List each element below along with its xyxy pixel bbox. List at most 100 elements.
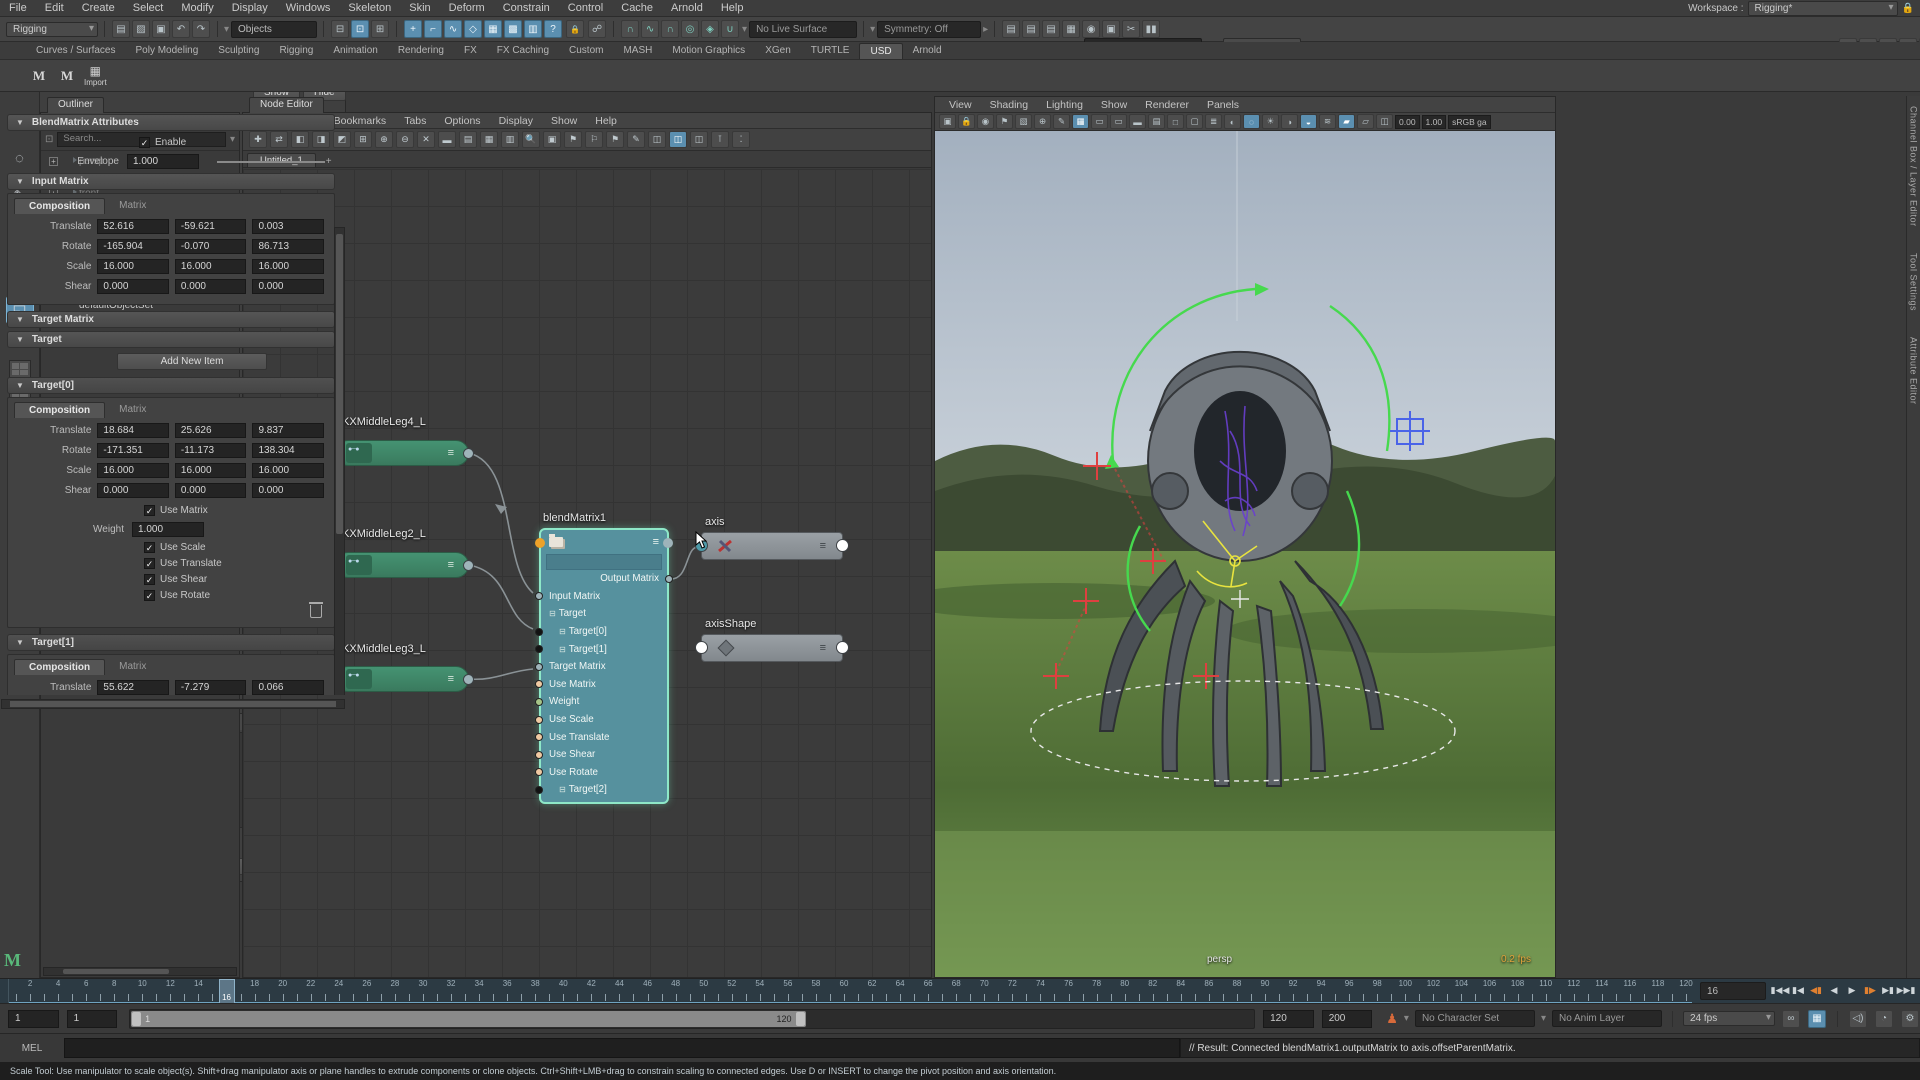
select-joints-icon[interactable]: ⌐ xyxy=(424,20,442,38)
node-blendmatrix1[interactable]: ≡ Output Matrix Input M xyxy=(539,528,669,804)
selection-mask-dropdown[interactable]: Objects xyxy=(231,21,317,38)
node-menu-icon[interactable]: ≡ xyxy=(820,642,826,654)
shelf-tab[interactable]: Sculpting xyxy=(208,43,269,59)
step-forward-frame-button[interactable]: ▶▮ xyxy=(1880,981,1896,1000)
menu-item[interactable]: Display xyxy=(223,2,277,14)
ipr-render-icon[interactable]: ◉ xyxy=(1082,20,1100,38)
clear-graph-icon[interactable]: ✕ xyxy=(417,131,435,148)
matrix-cell-y[interactable]: 16.000 xyxy=(175,463,247,478)
grease-pencil-icon[interactable]: ✎ xyxy=(1053,114,1070,129)
matrix-cell-x[interactable]: -171.351 xyxy=(97,443,169,458)
mute-audio-icon[interactable]: ◁) xyxy=(1849,1010,1867,1028)
time-slider[interactable]: 2468101214161820222426283032343638404244… xyxy=(0,978,1920,1003)
matrix-cell-x[interactable]: 55.622 xyxy=(97,680,169,695)
matrix-cell-y[interactable]: 16.000 xyxy=(175,259,247,274)
lock-camera-icon[interactable]: 🔒 xyxy=(958,114,975,129)
shelf-tab[interactable]: Rendering xyxy=(388,43,454,59)
timeline-ruler[interactable]: 2468101214161820222426283032343638404244… xyxy=(8,979,1692,1004)
shelf-tab[interactable]: Arnold xyxy=(903,43,952,59)
node-attribute-row[interactable]: Target Matrix xyxy=(541,658,667,676)
matrix-cell-y[interactable]: 0.000 xyxy=(175,279,247,294)
shelf-tab[interactable]: Curves / Surfaces xyxy=(26,43,125,59)
playback-end-field[interactable]: 120 xyxy=(1263,1010,1314,1028)
blendmatrix-node-header[interactable]: ≡ xyxy=(541,530,667,554)
command-input[interactable] xyxy=(64,1038,1180,1058)
matrix-cell-x[interactable]: 52.616 xyxy=(97,219,169,234)
use-flag-checkbox[interactable]: ✓ xyxy=(144,558,155,569)
lock-selection-icon[interactable]: 🔒 xyxy=(566,20,584,38)
frame-icon[interactable]: ▣ xyxy=(543,131,561,148)
layout-graph-icon[interactable]: ◫ xyxy=(648,131,666,148)
node-attribute-row[interactable]: ⊟Target[1] xyxy=(541,640,667,658)
matrix-cell-y[interactable]: -7.279 xyxy=(175,680,247,695)
node-header-output-port[interactable] xyxy=(663,538,673,548)
section-target-matrix[interactable]: ▼Target Matrix xyxy=(7,311,335,328)
snap-grid-icon[interactable]: ∩ xyxy=(621,20,639,38)
step-back-frame-button[interactable]: ▮◀ xyxy=(1790,981,1806,1000)
render-settings-icon[interactable]: ▣ xyxy=(1102,20,1120,38)
menu-item[interactable]: Select xyxy=(124,2,173,14)
use-flag-checkbox[interactable]: ✓ xyxy=(144,590,155,601)
snap-view-plane-icon[interactable]: ◈ xyxy=(701,20,719,38)
tab-composition[interactable]: Composition xyxy=(14,402,105,418)
add-to-graph-icon[interactable]: ⊞ xyxy=(354,131,372,148)
node-output-port[interactable] xyxy=(463,674,474,685)
snap-projected-center-icon[interactable]: ◎ xyxy=(681,20,699,38)
attribute-port[interactable] xyxy=(535,768,543,776)
play-backwards-button[interactable]: ◀ xyxy=(1826,981,1842,1000)
menu-item[interactable]: File xyxy=(0,2,36,14)
safe-title-icon[interactable]: ▢ xyxy=(1186,114,1203,129)
two-d-pan-zoom-icon[interactable]: ⊕ xyxy=(1034,114,1051,129)
matrix-cell-z[interactable]: 16.000 xyxy=(252,463,324,478)
shelf-item-maya-1[interactable]: M xyxy=(28,65,50,87)
node-axisshape[interactable]: ≡ xyxy=(701,634,843,662)
matrix-cell-z[interactable]: 0.000 xyxy=(252,279,324,294)
enable-checkbox[interactable]: ✓ xyxy=(139,137,150,148)
menu-item[interactable]: Skeleton xyxy=(339,2,400,14)
zoom-icon[interactable]: 🔍 xyxy=(522,131,540,148)
menu-set-dropdown[interactable]: Rigging xyxy=(6,22,98,37)
matrix-cell-y[interactable]: 25.626 xyxy=(175,423,247,438)
envelope-slider[interactable] xyxy=(217,161,325,163)
image-plane-icon[interactable]: ▧ xyxy=(1015,114,1032,129)
attribute-port[interactable] xyxy=(535,645,543,653)
range-slider-bar[interactable]: 1 120 xyxy=(131,1011,805,1027)
play-forwards-button[interactable]: ▶ xyxy=(1844,981,1860,1000)
command-result[interactable]: // Result: Connected blendMatrix1.output… xyxy=(1180,1038,1920,1058)
node-attribute-row[interactable]: ⊟Target[2] xyxy=(541,781,667,799)
layout-selected-icon[interactable]: ◫ xyxy=(669,131,687,148)
construction-history-icon[interactable]: ▤ xyxy=(1042,20,1060,38)
node-menu-icon[interactable]: ≡ xyxy=(820,540,826,552)
menu-item[interactable]: Help xyxy=(712,2,753,14)
attribute-port[interactable] xyxy=(535,751,543,759)
undo-icon[interactable]: ↶ xyxy=(172,20,190,38)
shadows-icon[interactable]: ◑ xyxy=(1281,114,1298,129)
node-menu-icon[interactable]: ≡ xyxy=(653,536,659,548)
section-target0[interactable]: ▼Target[0] xyxy=(7,377,335,394)
node-editor-menu-item[interactable]: Show xyxy=(543,115,585,127)
section-target1[interactable]: ▼Target[1] xyxy=(7,634,335,651)
node-axis[interactable]: ≡ xyxy=(701,532,843,560)
step-back-key-button[interactable]: ◀▮ xyxy=(1808,981,1824,1000)
motion-blur-icon[interactable]: ≋ xyxy=(1319,114,1336,129)
character-set-dropdown[interactable]: No Character Set xyxy=(1415,1010,1535,1027)
shelf-tab[interactable]: TURTLE xyxy=(801,43,860,59)
bookmark-edit-icon[interactable]: ✎ xyxy=(627,131,645,148)
workspace-dropdown[interactable]: Rigging* xyxy=(1748,1,1898,16)
use-flag-checkbox[interactable]: ✓ xyxy=(144,574,155,585)
remove-selected-icon[interactable]: ⊖ xyxy=(396,131,414,148)
section-target[interactable]: ▼Target xyxy=(7,331,335,348)
viewport-menu-item[interactable]: Show xyxy=(1093,99,1135,111)
gate-mask-icon[interactable]: ▬ xyxy=(1129,114,1146,129)
attribute-port[interactable] xyxy=(665,575,673,583)
menu-item[interactable]: Arnold xyxy=(662,2,712,14)
outliner-hscrollbar[interactable] xyxy=(43,967,237,976)
shelf-tab[interactable]: USD xyxy=(859,43,902,59)
bookmark-prev-icon[interactable]: ⚑ xyxy=(606,131,624,148)
node-attribute-row[interactable]: Use Rotate xyxy=(541,764,667,782)
menu-item[interactable]: Constrain xyxy=(494,2,559,14)
viewport-menu-item[interactable]: Renderer xyxy=(1137,99,1197,111)
simple-view-icon[interactable]: ▬ xyxy=(438,131,456,148)
use-matrix-checkbox[interactable]: ✓ xyxy=(144,505,155,516)
hud-icon[interactable]: ≣ xyxy=(1205,114,1222,129)
